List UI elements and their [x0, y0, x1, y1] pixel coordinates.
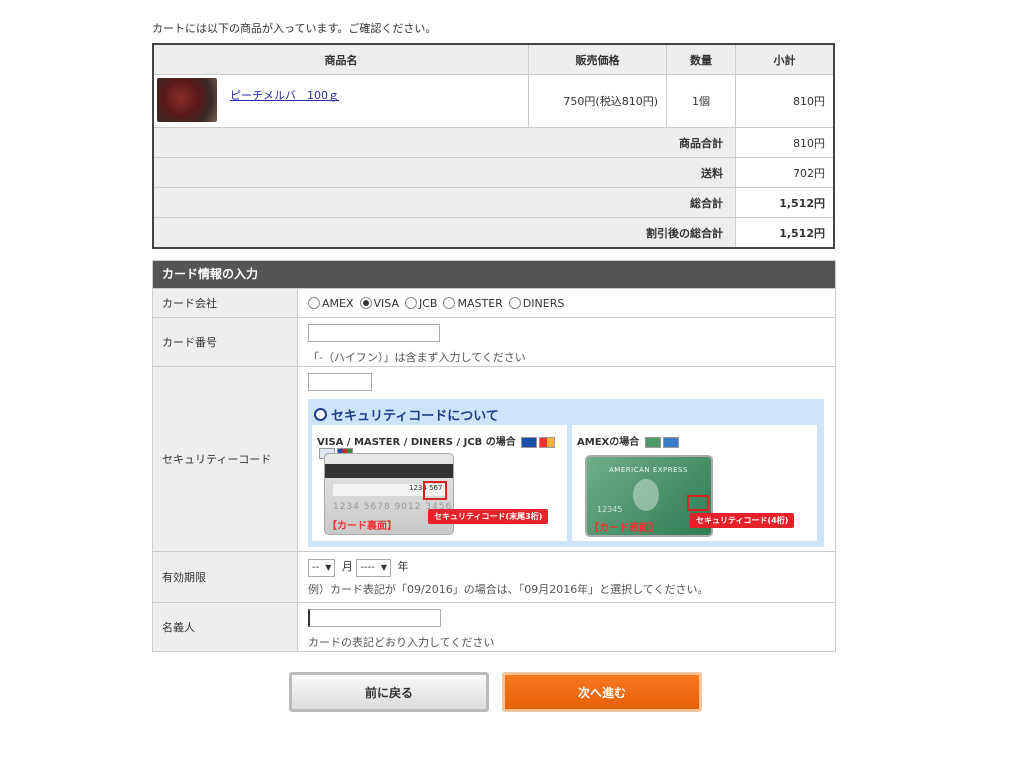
card-form-title: カード情報の入力 — [153, 261, 835, 288]
card-side-label: 【カード表面】 — [589, 523, 659, 534]
radio-circle[interactable] — [508, 297, 521, 309]
code-highlight — [687, 495, 709, 511]
mastercard-logo-icon — [539, 436, 556, 448]
amex-brand-text: AMERICAN EXPRESS — [609, 466, 688, 474]
summary-row-items: 商品合計 810円 — [152, 127, 835, 158]
bullet-icon — [314, 408, 327, 421]
centurion-face — [633, 479, 659, 511]
cart-header-row: 商品名 販売価格 数量 小計 — [152, 43, 835, 75]
card-number-input[interactable] — [308, 324, 440, 342]
summary-row-shipping: 送料 702円 — [152, 157, 835, 188]
product-subtotal: 810円 — [735, 74, 835, 128]
dropdown-arrow-icon: ▼ — [380, 563, 387, 572]
card-form: カード情報の入力 カード会社 AMEX VISA JCB MASTER DINE… — [152, 260, 836, 652]
radio-visa[interactable]: VISA — [359, 296, 399, 310]
col-header-subtotal: 小計 — [735, 43, 835, 75]
card-company-options: AMEX VISA JCB MASTER DINERS — [298, 289, 835, 317]
security-code-input[interactable] — [308, 373, 372, 391]
summary-label: 送料 — [152, 157, 736, 188]
row-expiry: 有効期限 -- ▼ 月 ---- ▼ 年 例）カード表記が「09/2016」の場合は… — [153, 551, 835, 602]
summary-row-total: 総合計 1,512円 — [152, 187, 835, 218]
radio-label: MASTER — [457, 296, 503, 310]
radio-master[interactable]: MASTER — [443, 296, 503, 310]
holder-label: 名義人 — [153, 603, 298, 651]
product-thumbnail[interactable] — [157, 78, 217, 122]
radio-circle[interactable] — [405, 297, 417, 309]
expiry-year-select[interactable]: ---- ▼ — [356, 558, 391, 577]
security-code-tag: セキュリティコード(末尾3桁) — [428, 509, 549, 524]
card-company-label: カード会社 — [153, 289, 298, 317]
summary-value: 810円 — [735, 127, 835, 158]
security-code-help: セキュリティコードについて VISA / MASTER / DINERS / J… — [308, 399, 824, 547]
summary-label: 商品合計 — [152, 127, 736, 158]
row-security-code: セキュリティーコード セキュリティコードについて VISA / MASTER /… — [153, 366, 835, 551]
holder-name-input[interactable] — [308, 609, 441, 627]
summary-label: 総合計 — [152, 187, 736, 218]
magnetic-stripe — [325, 464, 453, 478]
select-value: ---- — [360, 562, 375, 573]
security-code-label: セキュリティーコード — [153, 367, 298, 551]
month-unit: 月 — [341, 560, 353, 573]
row-card-company: カード会社 AMEX VISA JCB MASTER DINERS — [153, 288, 835, 317]
cart-intro-text: カートには以下の商品が入っています。ご確認ください。 — [152, 22, 437, 35]
radio-jcb[interactable]: JCB — [405, 297, 437, 310]
next-button[interactable]: 次へ進む — [502, 672, 702, 712]
radio-label: VISA — [373, 296, 399, 310]
select-value: -- — [312, 562, 320, 573]
radio-label: AMEX — [322, 296, 354, 310]
radio-diners[interactable]: DINERS — [508, 296, 565, 310]
code-highlight — [423, 481, 447, 500]
radio-circle[interactable] — [308, 297, 320, 309]
panel-title: AMEXの場合 — [577, 433, 679, 448]
cart-table: 商品名 販売価格 数量 小計 ピーチメルバ 100ｇ 750円(税込810円) … — [152, 43, 835, 249]
security-panel-standard: VISA / MASTER / DINERS / JCB の場合 1234 56… — [312, 425, 567, 541]
security-panel-amex: AMEXの場合 AMERICAN EXPRESS 12345 【カード表面】 セ… — [572, 425, 817, 541]
product-price: 750円(税込810円) — [528, 74, 667, 128]
radio-label: DINERS — [522, 296, 565, 310]
radio-label: JCB — [419, 296, 438, 310]
expiry-note: 例）カード表記が「09/2016」の場合は、「09月2016年」と選択してくださ… — [308, 582, 709, 596]
summary-value: 1,512円 — [735, 217, 835, 249]
product-cell: ピーチメルバ 100ｇ — [152, 74, 529, 128]
card-side-label: 【カード裏面】 — [327, 521, 397, 532]
visa-logo-icon — [521, 436, 538, 448]
back-button[interactable]: 前に戻る — [289, 672, 489, 712]
summary-value: 702円 — [735, 157, 835, 188]
card-number-content: 「-（ハイフン）」は含まず入力してください — [298, 318, 835, 366]
amex-blue-logo-icon — [662, 436, 679, 448]
radio-circle[interactable] — [443, 297, 456, 309]
row-holder: 名義人 カードの表記どおり入力してください — [153, 602, 835, 651]
holder-content: カードの表記どおり入力してください — [298, 603, 835, 651]
security-help-title: セキュリティコードについて — [314, 405, 499, 424]
card-number-label: カード番号 — [153, 318, 298, 366]
card-numbers: 12345 — [597, 505, 623, 514]
panel-title-text: AMEXの場合 — [577, 437, 640, 448]
security-help-title-text: セキュリティコードについて — [331, 409, 499, 424]
cart-item-row: ピーチメルバ 100ｇ 750円(税込810円) 1個 810円 — [152, 74, 835, 128]
col-header-product: 商品名 — [152, 43, 529, 75]
amex-green-logo-icon — [644, 436, 661, 448]
dropdown-arrow-icon: ▼ — [325, 563, 332, 572]
summary-row-discount-total: 割引後の総合計 1,512円 — [152, 217, 835, 249]
year-unit: 年 — [397, 560, 409, 573]
summary-label: 割引後の総合計 — [152, 217, 736, 249]
security-code-content: セキュリティコードについて VISA / MASTER / DINERS / J… — [298, 367, 835, 551]
panel-title-text: VISA / MASTER / DINERS / JCB の場合 — [317, 437, 516, 448]
radio-amex[interactable]: AMEX — [308, 297, 354, 310]
product-qty: 1個 — [666, 74, 736, 128]
security-code-tag: セキュリティコード(4桁) — [690, 513, 795, 528]
holder-note: カードの表記どおり入力してください — [308, 636, 495, 649]
expiry-month-select[interactable]: -- ▼ — [308, 558, 336, 577]
card-number-note: 「-（ハイフン）」は含まず入力してください — [308, 351, 526, 364]
col-header-price: 販売価格 — [528, 43, 667, 75]
expiry-label: 有効期限 — [153, 552, 298, 602]
row-card-number: カード番号 「-（ハイフン）」は含まず入力してください — [153, 317, 835, 366]
expiry-content: -- ▼ 月 ---- ▼ 年 例）カード表記が「09/2016」の場合は、「09月… — [298, 552, 835, 602]
summary-value: 1,512円 — [735, 187, 835, 218]
col-header-qty: 数量 — [666, 43, 736, 75]
product-link[interactable]: ピーチメルバ 100ｇ — [230, 87, 339, 103]
radio-circle[interactable] — [359, 297, 372, 309]
